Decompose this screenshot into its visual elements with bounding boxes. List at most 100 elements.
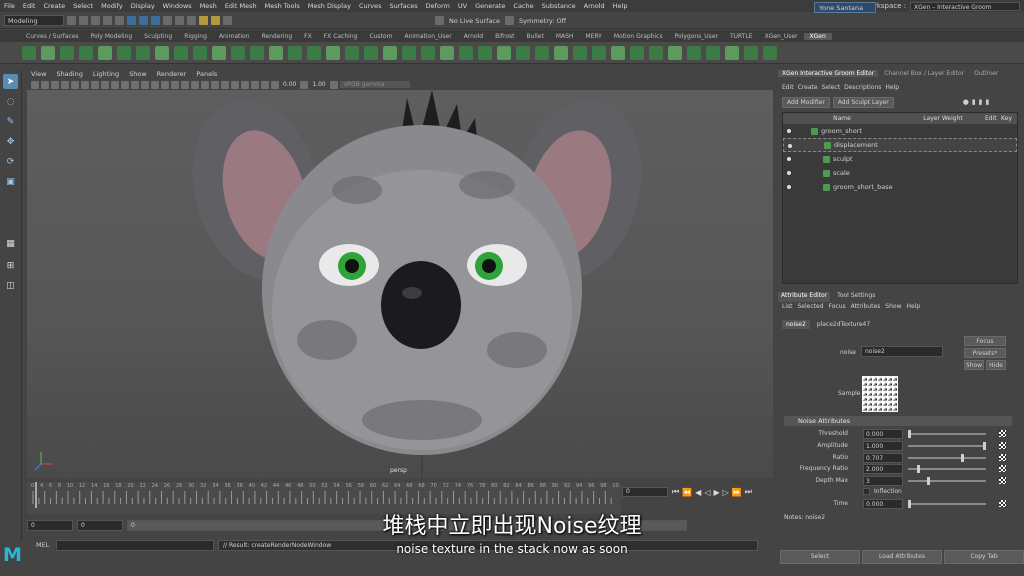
- render-settings-icon[interactable]: [223, 16, 232, 25]
- shelf-tab-polygons-user[interactable]: Polygons_User: [669, 33, 724, 40]
- magnet-icon[interactable]: [435, 16, 444, 25]
- symmetry-dropdown[interactable]: Symmetry: Off: [517, 17, 568, 25]
- timeline-playhead[interactable]: [35, 482, 37, 508]
- attr-slider-knob[interactable]: [917, 465, 920, 474]
- add-sculpt-layer-button[interactable]: Add Sculpt Layer: [832, 96, 894, 108]
- ambient-occlusion-icon[interactable]: [191, 80, 199, 89]
- shelf-tool-icon[interactable]: [364, 45, 378, 60]
- wireframe-icon[interactable]: [131, 80, 139, 89]
- ae-menu-help[interactable]: Help: [906, 303, 920, 310]
- live-surface-label[interactable]: No Live Surface: [447, 17, 502, 25]
- map-texture-icon[interactable]: [999, 477, 1006, 485]
- eye-toggle-icon[interactable]: ●: [963, 98, 969, 106]
- map-texture-icon[interactable]: [999, 453, 1006, 461]
- select-tool-icon[interactable]: ➤: [3, 74, 18, 89]
- shelf-tab-turtle[interactable]: TURTLE: [724, 33, 759, 40]
- shelf-tab-fx-caching[interactable]: FX Caching: [318, 33, 364, 40]
- anti-aliasing-icon[interactable]: [211, 80, 219, 89]
- shelf-tool-icon[interactable]: [535, 45, 549, 60]
- shelf-tool-icon[interactable]: [79, 45, 93, 60]
- shelf-tool-icon[interactable]: [611, 45, 625, 60]
- shelf-tab-arnold[interactable]: Arnold: [458, 33, 489, 40]
- menu-mesh[interactable]: Mesh: [196, 2, 221, 10]
- shelf-tool-icon[interactable]: [744, 45, 758, 60]
- menu-select[interactable]: Select: [69, 2, 97, 10]
- xray-components-icon[interactable]: [261, 80, 269, 89]
- groom-stack-row[interactable]: groom_short: [783, 124, 1017, 138]
- shelf-tool-icon[interactable]: [668, 45, 682, 60]
- show-button[interactable]: Show: [964, 360, 984, 370]
- wireframe-on-shaded-icon[interactable]: [151, 80, 159, 89]
- shelf-tab-rigging[interactable]: Rigging: [178, 33, 213, 40]
- menu-file[interactable]: File: [0, 2, 19, 10]
- shelf-tool-icon[interactable]: [174, 45, 188, 60]
- save-scene-icon[interactable]: [91, 16, 100, 25]
- perspective-viewport[interactable]: persp: [27, 90, 773, 478]
- attr-slider-knob[interactable]: [983, 441, 986, 450]
- presets-button[interactable]: Presets*: [964, 348, 1006, 358]
- attr-slider[interactable]: [908, 441, 986, 450]
- new-scene-icon[interactable]: [67, 16, 76, 25]
- step-back-key-icon[interactable]: ⏪: [682, 488, 692, 497]
- single-pane-layout-icon[interactable]: ▦: [3, 236, 18, 251]
- shelf-tab-xgen-user[interactable]: XGen_User: [759, 33, 804, 40]
- ae-tab-attribute-editor[interactable]: Attribute Editor: [778, 292, 831, 302]
- menu-generate[interactable]: Generate: [471, 2, 509, 10]
- menu-deform[interactable]: Deform: [422, 2, 454, 10]
- field-chart-icon[interactable]: [111, 80, 119, 89]
- attr-field[interactable]: 2.000: [863, 464, 903, 475]
- visibility-icon[interactable]: [788, 144, 792, 148]
- shelf-tool-icon[interactable]: [193, 45, 207, 60]
- focus-button[interactable]: Focus: [964, 336, 1006, 346]
- shelf-tab-poly-modeling[interactable]: Poly Modeling: [85, 33, 139, 40]
- shelf-tool-icon[interactable]: [288, 45, 302, 60]
- ae-menu-attributes[interactable]: Attributes: [851, 303, 881, 310]
- motion-blur-icon[interactable]: [201, 80, 209, 89]
- step-forward-icon[interactable]: ▷: [723, 488, 729, 497]
- scale-tool-icon[interactable]: ▣: [3, 174, 18, 189]
- attr-field[interactable]: 1.000: [863, 440, 903, 451]
- menu-mesh-tools[interactable]: Mesh Tools: [261, 2, 304, 10]
- menu-substance[interactable]: Substance: [538, 2, 580, 10]
- shelf-tab-sculpting[interactable]: Sculpting: [138, 33, 178, 40]
- snap-point-icon[interactable]: [187, 16, 196, 25]
- lasso-tool-icon[interactable]: ◌: [3, 94, 18, 109]
- shelf-tool-icon[interactable]: [212, 45, 226, 60]
- film-gate-icon[interactable]: [81, 80, 89, 89]
- groom-stack-row[interactable]: displacement: [783, 138, 1017, 152]
- image-plane-icon[interactable]: [61, 80, 69, 89]
- depth-of-field-icon[interactable]: [221, 80, 229, 89]
- move-tool-icon[interactable]: ✥: [3, 134, 18, 149]
- attr-slider[interactable]: [908, 430, 986, 438]
- visibility-icon[interactable]: [787, 185, 791, 189]
- shelf-tool-icon[interactable]: [554, 45, 568, 60]
- xgen-menu-descriptions[interactable]: Descriptions: [844, 84, 881, 93]
- step-forward-key-icon[interactable]: ⏩: [732, 488, 742, 497]
- xgen-menu-select[interactable]: Select: [822, 84, 841, 93]
- time-map-icon[interactable]: [999, 500, 1006, 507]
- menu-cache[interactable]: Cache: [509, 2, 537, 10]
- shelf-tool-icon[interactable]: [630, 45, 644, 60]
- undo-icon[interactable]: [103, 16, 112, 25]
- xgen-menu-create[interactable]: Create: [798, 84, 818, 93]
- shelf-tab-bifrost[interactable]: Bifrost: [489, 33, 520, 40]
- visibility-icon[interactable]: [787, 129, 791, 133]
- menu-arnold[interactable]: Arnold: [580, 2, 609, 10]
- panel-tab-outliner[interactable]: Outliner: [970, 70, 1002, 77]
- attr-slider-knob[interactable]: [926, 477, 930, 486]
- paint-select-icon[interactable]: ✎: [3, 114, 18, 129]
- shelf-tool-icon[interactable]: [136, 45, 150, 60]
- user-account-dropdown[interactable]: Yone Santana: [814, 2, 876, 13]
- gamma-field[interactable]: 1.00: [310, 81, 327, 88]
- panel-tab-xgen-interactive-groom-editor[interactable]: XGen Interactive Groom Editor: [778, 70, 879, 77]
- viewport-menu-lighting[interactable]: Lighting: [89, 70, 123, 78]
- xray-icon[interactable]: [241, 80, 249, 89]
- gate-mask-icon[interactable]: [101, 80, 109, 89]
- shelf-tab-animation-user[interactable]: Animation_User: [398, 33, 457, 40]
- hide-button[interactable]: Hide: [986, 360, 1006, 370]
- attr-slider-knob[interactable]: [908, 430, 911, 438]
- ae-menu-list[interactable]: List: [782, 303, 793, 310]
- menu-curves[interactable]: Curves: [355, 2, 386, 10]
- shelf-tool-icon[interactable]: [383, 45, 397, 60]
- shelf-tool-icon[interactable]: [117, 45, 131, 60]
